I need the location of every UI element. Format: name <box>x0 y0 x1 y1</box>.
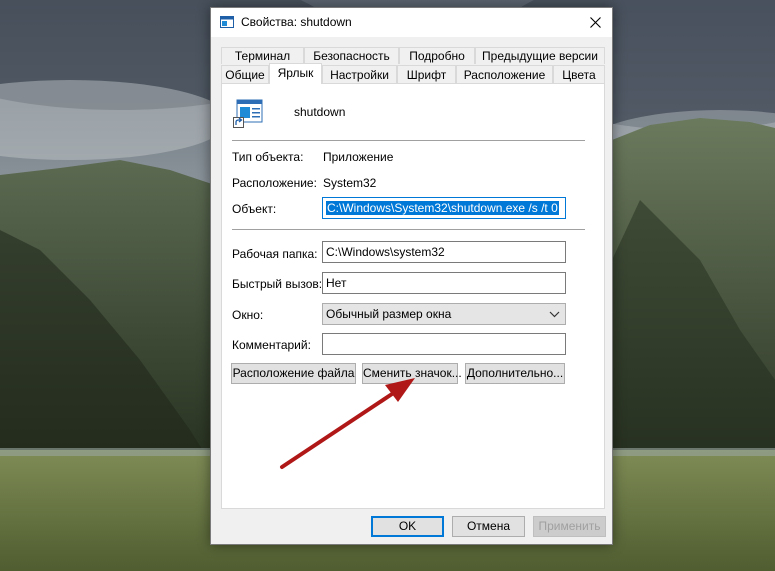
workdir-label: Рабочая папка: <box>232 247 318 261</box>
comment-input[interactable] <box>322 333 566 355</box>
properties-dialog: Свойства: shutdown Терминал Безопасность… <box>210 7 613 545</box>
tab-colors[interactable]: Цвета <box>553 65 605 83</box>
target-label: Объект: <box>232 202 277 216</box>
tab-layout[interactable]: Расположение <box>456 65 553 83</box>
comment-label: Комментарий: <box>232 338 311 352</box>
tab-general[interactable]: Общие <box>221 65 269 83</box>
tab-details[interactable]: Подробно <box>399 47 475 64</box>
target-value: C:\Windows\System32\shutdown.exe /s /t 0 <box>326 201 559 215</box>
location-label: Расположение: <box>232 176 317 190</box>
ok-button[interactable]: OK <box>371 516 444 537</box>
divider <box>232 229 585 230</box>
type-value: Приложение <box>323 150 394 164</box>
type-label: Тип объекта: <box>232 150 304 164</box>
window-mode-select[interactable]: Обычный размер окна <box>322 303 566 325</box>
title-bar[interactable]: Свойства: shutdown <box>211 8 612 37</box>
close-icon <box>589 17 601 28</box>
window-mode-label: Окно: <box>232 308 264 322</box>
shortcut-tab-panel: shutdown Тип объекта: Приложение Располо… <box>221 83 605 509</box>
close-button[interactable] <box>578 8 612 37</box>
divider <box>232 140 585 141</box>
tab-options[interactable]: Настройки <box>322 65 397 83</box>
tab-previous-versions[interactable]: Предыдущие версии <box>475 47 605 64</box>
hotkey-input[interactable]: Нет <box>322 272 566 294</box>
shortcut-name: shutdown <box>294 105 346 119</box>
open-file-location-button[interactable]: Расположение файла <box>231 363 356 384</box>
change-icon-button[interactable]: Сменить значок... <box>362 363 462 384</box>
shortcut-icon <box>233 99 263 128</box>
tab-security[interactable]: Безопасность <box>304 47 399 64</box>
workdir-input[interactable]: C:\Windows\system32 <box>322 241 566 263</box>
chevron-down-icon <box>549 311 560 318</box>
target-input[interactable]: C:\Windows\System32\shutdown.exe /s /t 0 <box>322 197 566 219</box>
window-title: Свойства: shutdown <box>241 15 352 29</box>
tab-font[interactable]: Шрифт <box>397 65 456 83</box>
tab-shortcut[interactable]: Ярлык <box>269 63 322 84</box>
advanced-button[interactable]: Дополнительно... <box>465 363 565 384</box>
hotkey-label: Быстрый вызов: <box>232 277 323 291</box>
window-mode-value: Обычный размер окна <box>326 307 452 321</box>
app-icon <box>220 16 234 28</box>
cancel-button[interactable]: Отмена <box>452 516 525 537</box>
tab-terminal[interactable]: Терминал <box>221 47 304 64</box>
location-value: System32 <box>323 176 377 190</box>
apply-button[interactable]: Применить <box>533 516 606 537</box>
